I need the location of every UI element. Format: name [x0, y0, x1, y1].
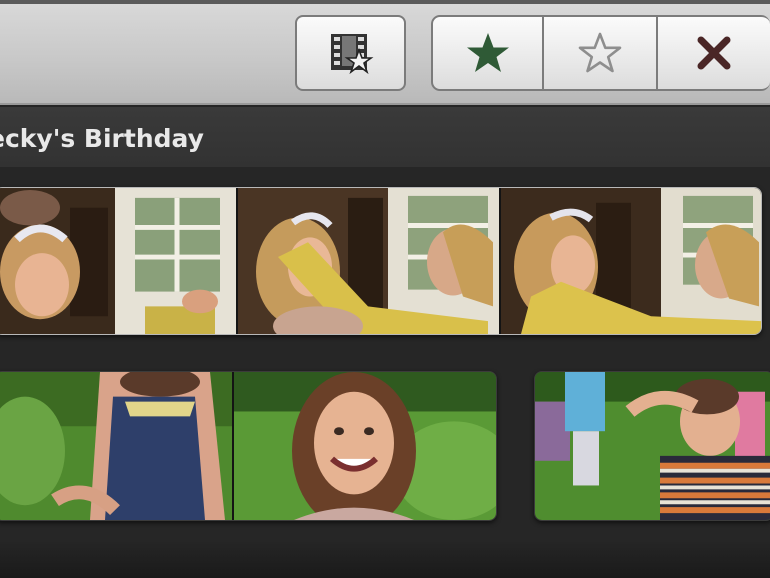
- unmark-button[interactable]: [542, 15, 658, 91]
- filled-star-icon: [466, 33, 509, 72]
- clip-3[interactable]: [534, 371, 770, 521]
- clip-2[interactable]: [0, 371, 497, 521]
- reject-button[interactable]: [656, 15, 770, 91]
- x-icon: [697, 36, 731, 70]
- clip-1-frame-1: [0, 188, 236, 334]
- clip-1-frame-3: [501, 188, 761, 334]
- toolbar: [0, 0, 770, 105]
- mark-favorite-button[interactable]: [431, 15, 544, 91]
- browser-bottom: [0, 540, 770, 578]
- filmstrip-star-icon: [330, 34, 373, 75]
- clip-3-frame-1: [535, 372, 770, 520]
- outline-star-icon: [578, 32, 622, 73]
- convert-button[interactable]: [295, 15, 406, 91]
- clip-1[interactable]: [0, 187, 762, 335]
- clip-1-frame-2: [238, 188, 499, 334]
- event-title: ecky's Birthday: [0, 124, 204, 153]
- clip-2-frame-1: [0, 372, 232, 520]
- window-top-border: [0, 0, 770, 4]
- clip-2-frame-2: [234, 372, 496, 520]
